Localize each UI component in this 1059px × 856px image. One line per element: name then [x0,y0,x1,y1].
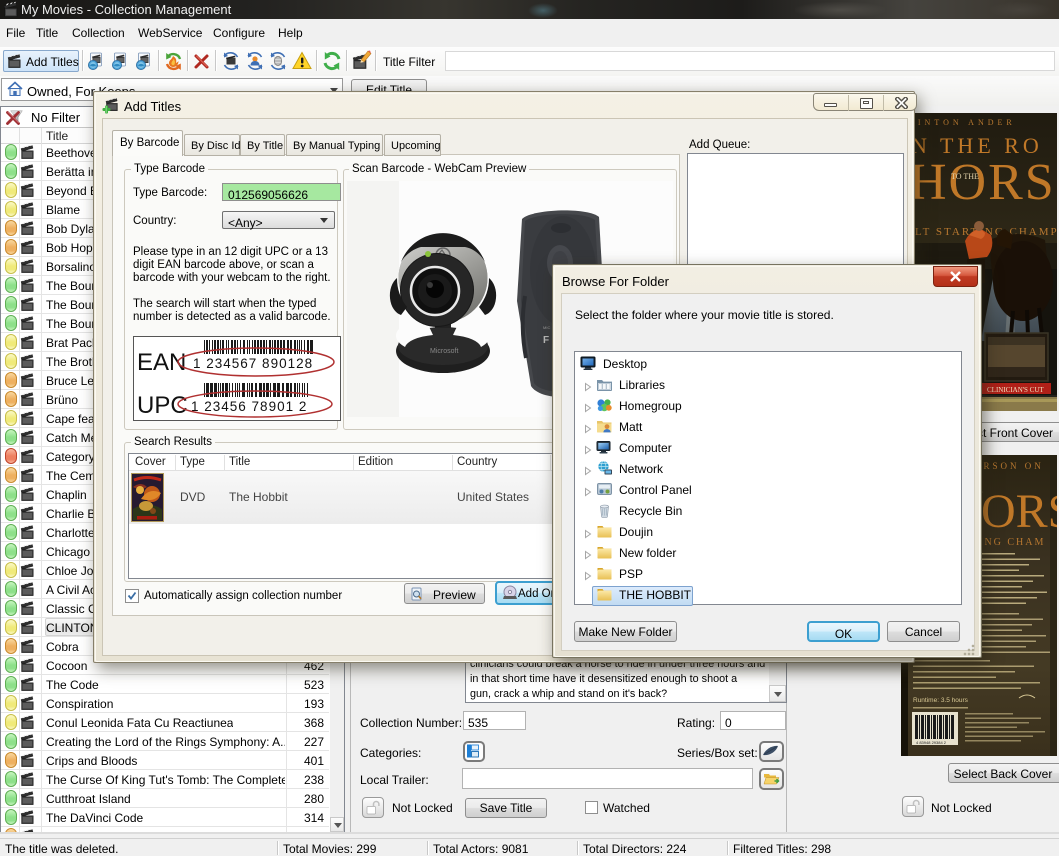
svg-text:LINTON ANDER: LINTON ANDER [909,118,1016,127]
svg-text:1 23456 78901 2: 1 23456 78901 2 [191,399,307,414]
svg-text:F: F [543,335,549,346]
svg-text:UPC: UPC [137,392,188,419]
svg-text:EAN: EAN [137,349,186,376]
svg-text:Microsoft: Microsoft [430,348,458,355]
svg-text:Runtime: 3.5 hours: Runtime: 3.5 hours [913,697,969,704]
svg-text:CLINICIAN'S CUT: CLINICIAN'S CUT [987,386,1044,394]
svg-text:1 234567 890128: 1 234567 890128 [193,356,313,371]
svg-text:4 83948 29384 2: 4 83948 29384 2 [916,740,947,745]
svg-text:TING CHAM: TING CHAM [971,537,1045,548]
svg-text:ORS: ORS [981,485,1057,538]
svg-text:MIC: MIC [543,325,550,330]
svg-text:HORS: HORS [909,154,1056,211]
svg-text:TO THE: TO THE [951,172,979,181]
